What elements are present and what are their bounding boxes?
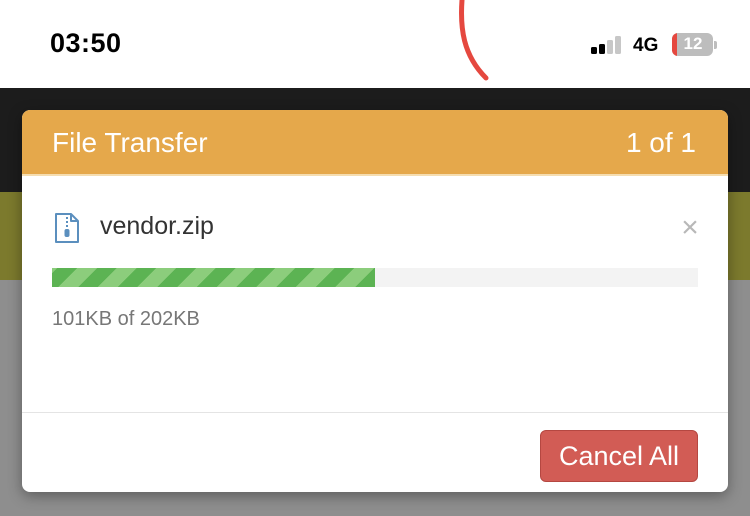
upload-progress-bar	[52, 268, 698, 287]
dialog-footer: Cancel All	[22, 412, 728, 492]
cancel-all-button[interactable]: Cancel All	[540, 430, 698, 482]
dialog-header: File Transfer 1 of 1	[22, 110, 728, 176]
transfer-counter: 1 of 1	[625, 127, 696, 158]
file-transfer-dialog: File Transfer 1 of 1 vendor.zip × 101KB …	[22, 110, 728, 492]
remove-file-icon[interactable]: ×	[676, 213, 704, 243]
status-bar: 03:50 4G 12	[0, 0, 750, 88]
red-swipe-mark	[459, 0, 489, 81]
battery-level: 12	[683, 34, 703, 53]
zip-file-icon	[55, 213, 79, 243]
battery-icon: 12	[672, 33, 718, 56]
progress-text: 101KB of 202KB	[52, 308, 200, 330]
dialog-title: File Transfer	[52, 127, 208, 158]
file-name: vendor.zip	[100, 212, 214, 240]
upload-progress-fill	[52, 268, 375, 287]
cellular-signal-icon	[591, 34, 627, 54]
network-type: 4G	[633, 35, 659, 56]
status-time: 03:50	[50, 28, 122, 58]
